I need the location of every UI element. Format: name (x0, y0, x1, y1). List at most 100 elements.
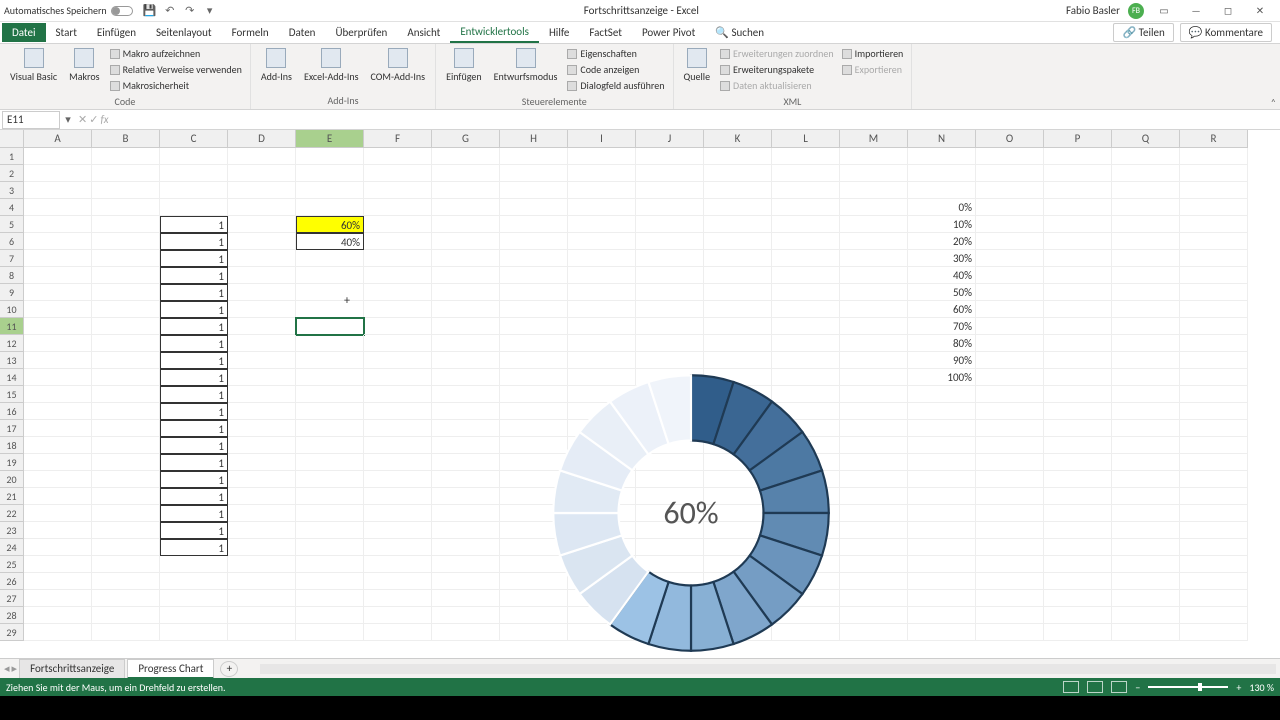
cell[interactable] (500, 216, 568, 233)
cell[interactable] (568, 148, 636, 165)
view-page-layout-icon[interactable] (1087, 681, 1103, 693)
row-header[interactable]: 10 (0, 301, 24, 318)
cell[interactable] (772, 165, 840, 182)
row-header[interactable]: 26 (0, 573, 24, 590)
tab-hilfe[interactable]: Hilfe (539, 23, 579, 42)
cancel-formula-icon[interactable]: ✕ (78, 113, 87, 126)
cell[interactable] (1180, 301, 1248, 318)
cell[interactable] (432, 267, 500, 284)
cell[interactable] (1180, 216, 1248, 233)
row-header[interactable]: 7 (0, 250, 24, 267)
cell[interactable] (160, 556, 228, 573)
cell[interactable] (1180, 454, 1248, 471)
maximize-icon[interactable]: ◻ (1216, 2, 1240, 20)
cell[interactable] (228, 233, 296, 250)
sheet-tab[interactable]: Fortschrittsanzeige (19, 659, 125, 679)
cell[interactable]: 1 (160, 539, 228, 556)
cell[interactable] (296, 624, 364, 641)
cell[interactable] (840, 505, 908, 522)
cell[interactable] (840, 318, 908, 335)
cell[interactable]: 1 (160, 369, 228, 386)
tab-überprüfen[interactable]: Überprüfen (325, 23, 397, 42)
cell[interactable] (296, 471, 364, 488)
cell[interactable] (568, 267, 636, 284)
cell[interactable] (432, 590, 500, 607)
cell[interactable] (840, 522, 908, 539)
cell[interactable] (1112, 148, 1180, 165)
cell[interactable] (1044, 233, 1112, 250)
cell[interactable] (1044, 148, 1112, 165)
cell[interactable] (364, 318, 432, 335)
cell[interactable] (228, 454, 296, 471)
cell[interactable] (432, 182, 500, 199)
column-header[interactable]: M (840, 130, 908, 148)
cell[interactable] (24, 539, 92, 556)
cell[interactable] (24, 573, 92, 590)
cell[interactable]: 10% (908, 216, 976, 233)
cell[interactable] (840, 369, 908, 386)
column-header[interactable]: Q (1112, 130, 1180, 148)
cell[interactable] (568, 352, 636, 369)
cell[interactable]: 1 (160, 352, 228, 369)
cell[interactable] (24, 454, 92, 471)
row-header[interactable]: 24 (0, 539, 24, 556)
sheet-nav-first-icon[interactable]: ◂ (4, 662, 10, 675)
cell[interactable] (228, 573, 296, 590)
cell[interactable]: 0% (908, 199, 976, 216)
cell[interactable] (24, 420, 92, 437)
avatar[interactable]: FB (1128, 3, 1144, 19)
cell[interactable] (976, 352, 1044, 369)
cell[interactable] (296, 522, 364, 539)
column-header[interactable]: E (296, 130, 364, 148)
xml-export-button[interactable]: Exportieren (840, 62, 906, 77)
cell[interactable] (1112, 488, 1180, 505)
cell[interactable] (432, 284, 500, 301)
cell[interactable] (772, 335, 840, 352)
com-addins-button[interactable]: COM-Add-Ins (367, 46, 430, 85)
cell[interactable] (840, 454, 908, 471)
cell[interactable] (296, 369, 364, 386)
cell[interactable] (1180, 182, 1248, 199)
cell[interactable] (1180, 590, 1248, 607)
cell[interactable] (432, 607, 500, 624)
cell[interactable] (772, 148, 840, 165)
column-header[interactable]: N (908, 130, 976, 148)
zoom-slider[interactable] (1148, 686, 1228, 688)
cell[interactable] (228, 471, 296, 488)
cell[interactable] (24, 352, 92, 369)
cell[interactable] (432, 522, 500, 539)
cell[interactable] (500, 267, 568, 284)
cell[interactable] (908, 573, 976, 590)
cell[interactable] (92, 267, 160, 284)
cell[interactable] (500, 301, 568, 318)
cell[interactable] (364, 250, 432, 267)
cell[interactable] (92, 420, 160, 437)
cell[interactable] (432, 318, 500, 335)
cell[interactable] (1044, 505, 1112, 522)
row-header[interactable]: 11 (0, 318, 24, 335)
cell[interactable] (432, 165, 500, 182)
cell[interactable] (24, 607, 92, 624)
tab-start[interactable]: Start (46, 23, 87, 42)
cell[interactable] (228, 284, 296, 301)
cell[interactable] (1112, 505, 1180, 522)
cell[interactable] (24, 250, 92, 267)
cell[interactable] (364, 437, 432, 454)
cell[interactable]: 60% (296, 216, 364, 233)
cell[interactable] (296, 386, 364, 403)
cell[interactable] (364, 165, 432, 182)
cell[interactable] (1112, 301, 1180, 318)
cell[interactable] (1112, 590, 1180, 607)
cell[interactable] (228, 182, 296, 199)
cell[interactable] (364, 216, 432, 233)
column-header[interactable]: L (772, 130, 840, 148)
cell[interactable] (228, 267, 296, 284)
cell[interactable] (840, 539, 908, 556)
cell[interactable]: 1 (160, 522, 228, 539)
cell[interactable] (840, 284, 908, 301)
cell[interactable] (296, 437, 364, 454)
cell[interactable] (704, 182, 772, 199)
column-header[interactable]: H (500, 130, 568, 148)
cell[interactable] (1180, 267, 1248, 284)
cell[interactable] (704, 301, 772, 318)
